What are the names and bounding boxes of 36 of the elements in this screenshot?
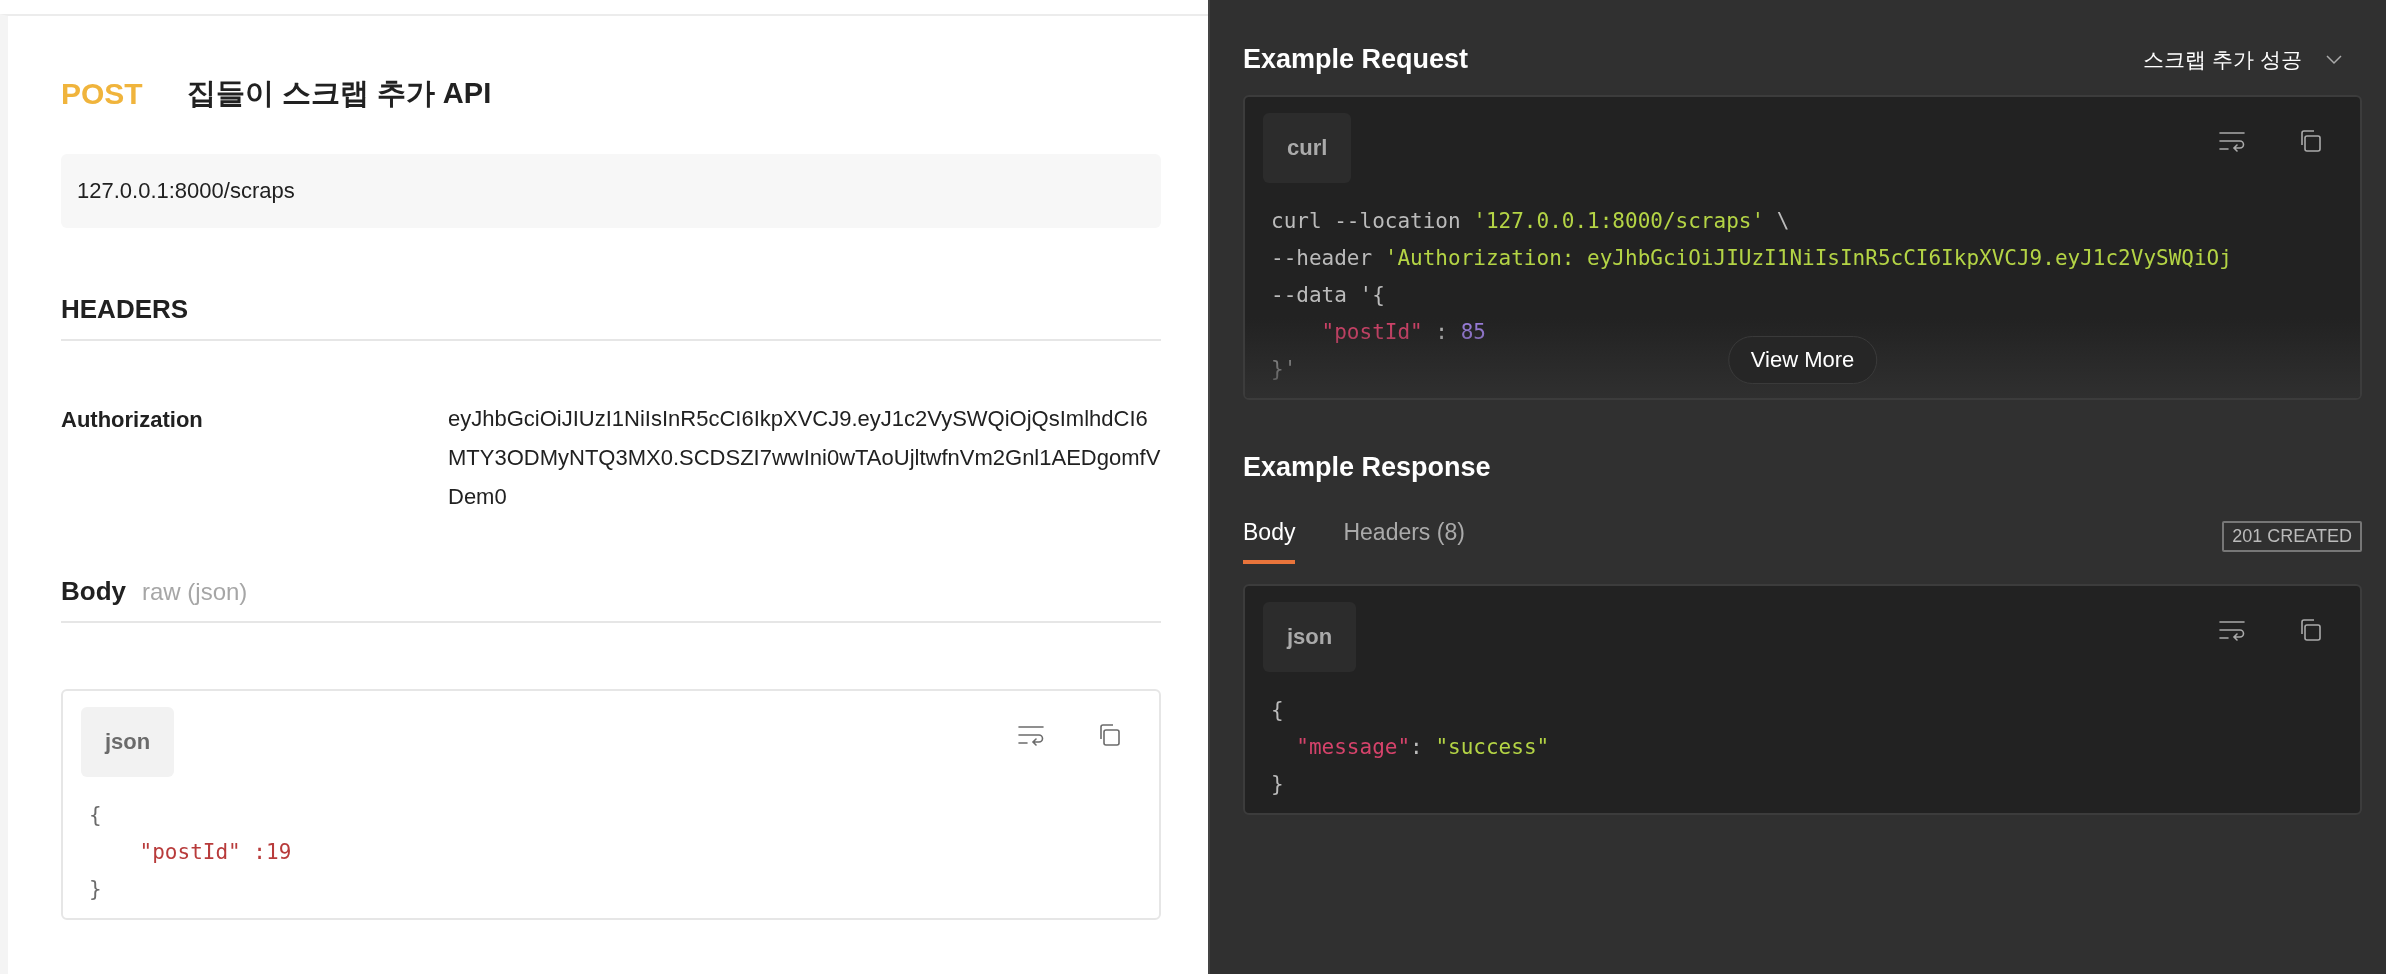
example-dropdown[interactable]: 스크랩 추가 성공 <box>2143 45 2342 74</box>
request-title: 집들이 스크랩 추가 API <box>186 76 492 111</box>
code-line: "postId" : 85 <box>1320 319 1486 346</box>
view-more-button[interactable]: View More <box>1727 336 1878 384</box>
code-line: "postId" :19 <box>138 839 292 866</box>
wrap-lines-icon[interactable] <box>2218 129 2246 153</box>
wrap-lines-icon[interactable] <box>2218 618 2246 642</box>
code-line: --header 'Authorization: eyJhbGciOiJIUzI1NiIsInR5cCI6IkpXVCJ9.eyJ1c2VySWQiOj <box>1271 245 2232 272</box>
code-line: } <box>89 876 102 903</box>
header-name: Authorization <box>61 407 204 434</box>
chevron-down-icon <box>2326 54 2342 65</box>
wrap-lines-icon[interactable] <box>1017 723 1045 747</box>
code-line: curl --location '127.0.0.1:8000/scraps' \ <box>1271 208 1790 235</box>
section-title: Body <box>61 576 126 607</box>
code-line: --data '{ <box>1271 282 1385 309</box>
status-badge: 201 CREATED <box>2222 521 2362 552</box>
section-title: Example Response <box>1243 452 1492 483</box>
body-mode: raw (json) <box>142 578 248 606</box>
copy-icon[interactable] <box>2298 129 2322 153</box>
url-field: 127.0.0.1:8000/scraps <box>61 154 1161 228</box>
copy-icon[interactable] <box>1097 723 1121 747</box>
language-label: json <box>1263 602 1357 672</box>
language-label: json <box>81 707 175 777</box>
code-line: "message": "success" <box>1295 734 1550 761</box>
section-title: Example Request <box>1243 44 1469 75</box>
response-tab[interactable]: Headers (8) <box>1343 519 1465 564</box>
section-title: HEADERS <box>61 294 1161 341</box>
header-value: eyJhbGciOiJIUzI1NiIsInR5cCI6IkpXVCJ9.eyJ1c2VySWQiOjQsImlhdCI6MTY3ODMyNTQ3MX0.SCDSZI7wwIni0wTAoUjltwfnVm2Gnl1AEDgomfVDem0 <box>448 405 1161 511</box>
http-method: POST <box>61 77 143 111</box>
code-line: { <box>89 802 102 829</box>
copy-icon[interactable] <box>2298 618 2322 642</box>
response-tab[interactable]: Body <box>1243 519 1296 564</box>
language-label: curl <box>1263 113 1352 183</box>
code-line: }' <box>1271 356 1297 383</box>
code-line: { <box>1271 697 1284 724</box>
code-line: } <box>1271 771 1284 798</box>
